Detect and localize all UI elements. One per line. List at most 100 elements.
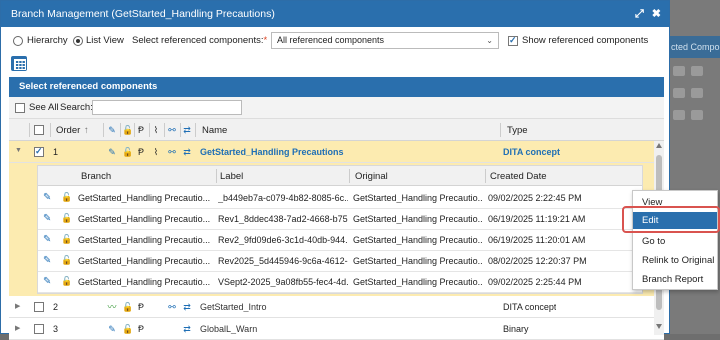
- edit-icon[interactable]: ✎: [43, 192, 52, 203]
- edit-icon: ✎: [108, 125, 116, 135]
- lock-icon: 🔓: [122, 147, 134, 157]
- type-column-header[interactable]: Type: [507, 125, 528, 136]
- lock-icon: 🔓: [61, 192, 73, 202]
- binoculars-icon[interactable]: ⚯: [167, 301, 177, 313]
- label-column-header[interactable]: Label: [220, 171, 243, 182]
- row-order: 1: [53, 147, 59, 157]
- created-date-column-header[interactable]: Created Date: [490, 171, 547, 182]
- branch-label: Rev2_9fd09de6-3c1d-40db-944...: [218, 235, 348, 245]
- lock-icon: 🔓: [122, 125, 134, 135]
- dialog-title: Branch Management (GetStarted_Handling P…: [11, 8, 275, 20]
- edit-icon[interactable]: ✎: [43, 255, 52, 266]
- hierarchy-radio[interactable]: [13, 36, 23, 46]
- branch-row[interactable]: ✎ 🔓 GetStarted_Handling Precautio... VSe…: [38, 272, 642, 293]
- edit-icon[interactable]: ✎: [107, 323, 117, 335]
- branch-original: GetStarted_Handling Precautio...: [353, 277, 483, 287]
- trend-icon: 〰: [107, 302, 117, 312]
- grid-header: Order ↑ ✎ 🔓 Ᵽ ⌇ ⚯ ⇄ Name Type: [9, 119, 664, 141]
- row-checkbox[interactable]: [34, 324, 44, 334]
- branch-name: GetStarted_Handling Precautio...: [78, 277, 211, 287]
- edit-icon[interactable]: ✎: [107, 146, 117, 158]
- view-options-bar: Hierarchy List View Select referenced co…: [1, 29, 669, 53]
- edit-icon[interactable]: ✎: [43, 276, 52, 287]
- branch-label: Rev2025_5d445946-9c6a-4612-...: [218, 256, 348, 266]
- row-checkbox[interactable]: [34, 302, 44, 312]
- sort-ascending-icon[interactable]: ↑: [84, 125, 89, 136]
- branch-label: VSept2-2025_9a08fb55-fec4-4d...: [218, 277, 348, 287]
- table-row[interactable]: ▶ 3 ✎ 🔓 Ᵽ ⇄ GlobalL_Warn Binary: [9, 318, 664, 340]
- see-all-checkbox[interactable]: [15, 103, 25, 113]
- expand-icon[interactable]: ▶: [15, 324, 20, 332]
- branches-header: Branch Label Original Created Date: [38, 166, 642, 186]
- scroll-up-icon[interactable]: [656, 143, 662, 148]
- branch-column-header[interactable]: Branch: [81, 171, 111, 182]
- branch-original: GetStarted_Handling Precautio...: [353, 214, 483, 224]
- lock-icon: 🔓: [61, 213, 73, 223]
- row-name-link[interactable]: GlobalL_Warn: [200, 324, 257, 334]
- branch-name: GetStarted_Handling Precautio...: [78, 235, 211, 245]
- order-column-header[interactable]: Order: [56, 125, 80, 136]
- table-row[interactable]: ▼ 1 ✎ 🔓 Ᵽ ⌇ ⚯ ⇄ GetStarted_Handling Prec…: [9, 141, 664, 163]
- search-input[interactable]: [92, 100, 242, 115]
- show-referenced-label: Show referenced components: [522, 35, 649, 46]
- branch-icon: Ᵽ: [137, 324, 144, 334]
- lock-icon: 🔓: [61, 255, 73, 265]
- branch-original: GetStarted_Handling Precautio...: [353, 193, 483, 203]
- select-components-label: Select referenced components:*: [132, 35, 268, 46]
- binoculars-icon: ⚯: [168, 125, 176, 135]
- components-dropdown[interactable]: All referenced components ⌄: [271, 32, 499, 49]
- menu-item-branch-report[interactable]: Branch Report: [633, 271, 717, 288]
- branch-row[interactable]: ✎ 🔓 GetStarted_Handling Precautio... Rev…: [38, 251, 642, 272]
- lock-icon: 🔓: [61, 276, 73, 286]
- sync-icon[interactable]: ⇄: [182, 323, 192, 335]
- branch-row[interactable]: ✎ 🔓 GetStarted_Handling Precautio... Rev…: [38, 230, 642, 251]
- hierarchy-label: Hierarchy: [27, 35, 68, 46]
- branch-icon: Ᵽ: [137, 302, 144, 312]
- chevron-down-icon: ⌄: [486, 36, 493, 45]
- lock-icon: 🔓: [122, 324, 134, 334]
- show-referenced-checkbox[interactable]: [508, 35, 518, 46]
- branch-row[interactable]: ✎ 🔓 GetStarted_Handling Precautio... Rev…: [38, 209, 642, 230]
- branch-name: GetStarted_Handling Precautio...: [78, 193, 211, 203]
- edit-icon[interactable]: ✎: [43, 213, 52, 224]
- table-row[interactable]: ▶ 2 〰 🔓 Ᵽ ⚯ ⇄ GetStarted_Intro DITA conc…: [9, 296, 664, 318]
- select-all-checkbox[interactable]: [34, 125, 44, 135]
- name-column-header[interactable]: Name: [202, 125, 227, 136]
- maximize-icon[interactable]: ⤢: [635, 1, 644, 27]
- binoculars-icon[interactable]: ⚯: [167, 146, 177, 158]
- sync-icon[interactable]: ⇄: [182, 301, 192, 313]
- branch-row[interactable]: ✎ 🔓 GetStarted_Handling Precautio... _b4…: [38, 188, 642, 209]
- branches-subgrid: Branch Label Original Created Date ✎ 🔓 G…: [9, 163, 654, 296]
- row-name-link[interactable]: GetStarted_Handling Precautions: [200, 147, 344, 157]
- listview-radio[interactable]: [73, 36, 83, 46]
- background-section-header: cted Compo: [665, 36, 720, 58]
- row-type: Binary: [503, 324, 529, 334]
- original-column-header[interactable]: Original: [355, 171, 388, 182]
- branch-created: 06/19/2025 11:20:01 AM: [488, 235, 586, 245]
- panel-header: Select referenced components: [9, 77, 664, 97]
- table-view-icon[interactable]: [11, 56, 27, 71]
- branches-table: Branch Label Original Created Date ✎ 🔓 G…: [37, 165, 643, 294]
- row-name-link[interactable]: GetStarted_Intro: [200, 302, 267, 312]
- scroll-down-icon[interactable]: [656, 324, 662, 329]
- highlight-outline: [622, 206, 720, 233]
- close-icon[interactable]: ✖: [652, 1, 661, 27]
- see-all-label: See All: [29, 102, 59, 113]
- branch-created: 08/02/2025 12:20:37 PM: [488, 256, 587, 266]
- sync-icon[interactable]: ⇄: [182, 146, 192, 158]
- branch-created: 09/02/2025 2:25:44 PM: [488, 277, 582, 287]
- branch-icon: Ᵽ: [137, 125, 144, 135]
- background-toolbar: [673, 66, 713, 80]
- search-label: Search:: [60, 102, 93, 113]
- menu-item-relink-to-original[interactable]: Relink to Original: [633, 252, 717, 269]
- edit-icon[interactable]: ✎: [43, 234, 52, 245]
- branch-name: GetStarted_Handling Precautio...: [78, 256, 211, 266]
- collapse-icon[interactable]: ▼: [15, 147, 22, 154]
- row-checkbox[interactable]: [34, 146, 44, 157]
- lock-icon: 🔓: [61, 234, 73, 244]
- attachment-icon: ⌇: [153, 147, 159, 157]
- branch-original: GetStarted_Handling Precautio...: [353, 256, 483, 266]
- branch-name: GetStarted_Handling Precautio...: [78, 214, 211, 224]
- expand-icon[interactable]: ▶: [15, 302, 20, 310]
- menu-item-go-to[interactable]: Go to: [633, 233, 717, 250]
